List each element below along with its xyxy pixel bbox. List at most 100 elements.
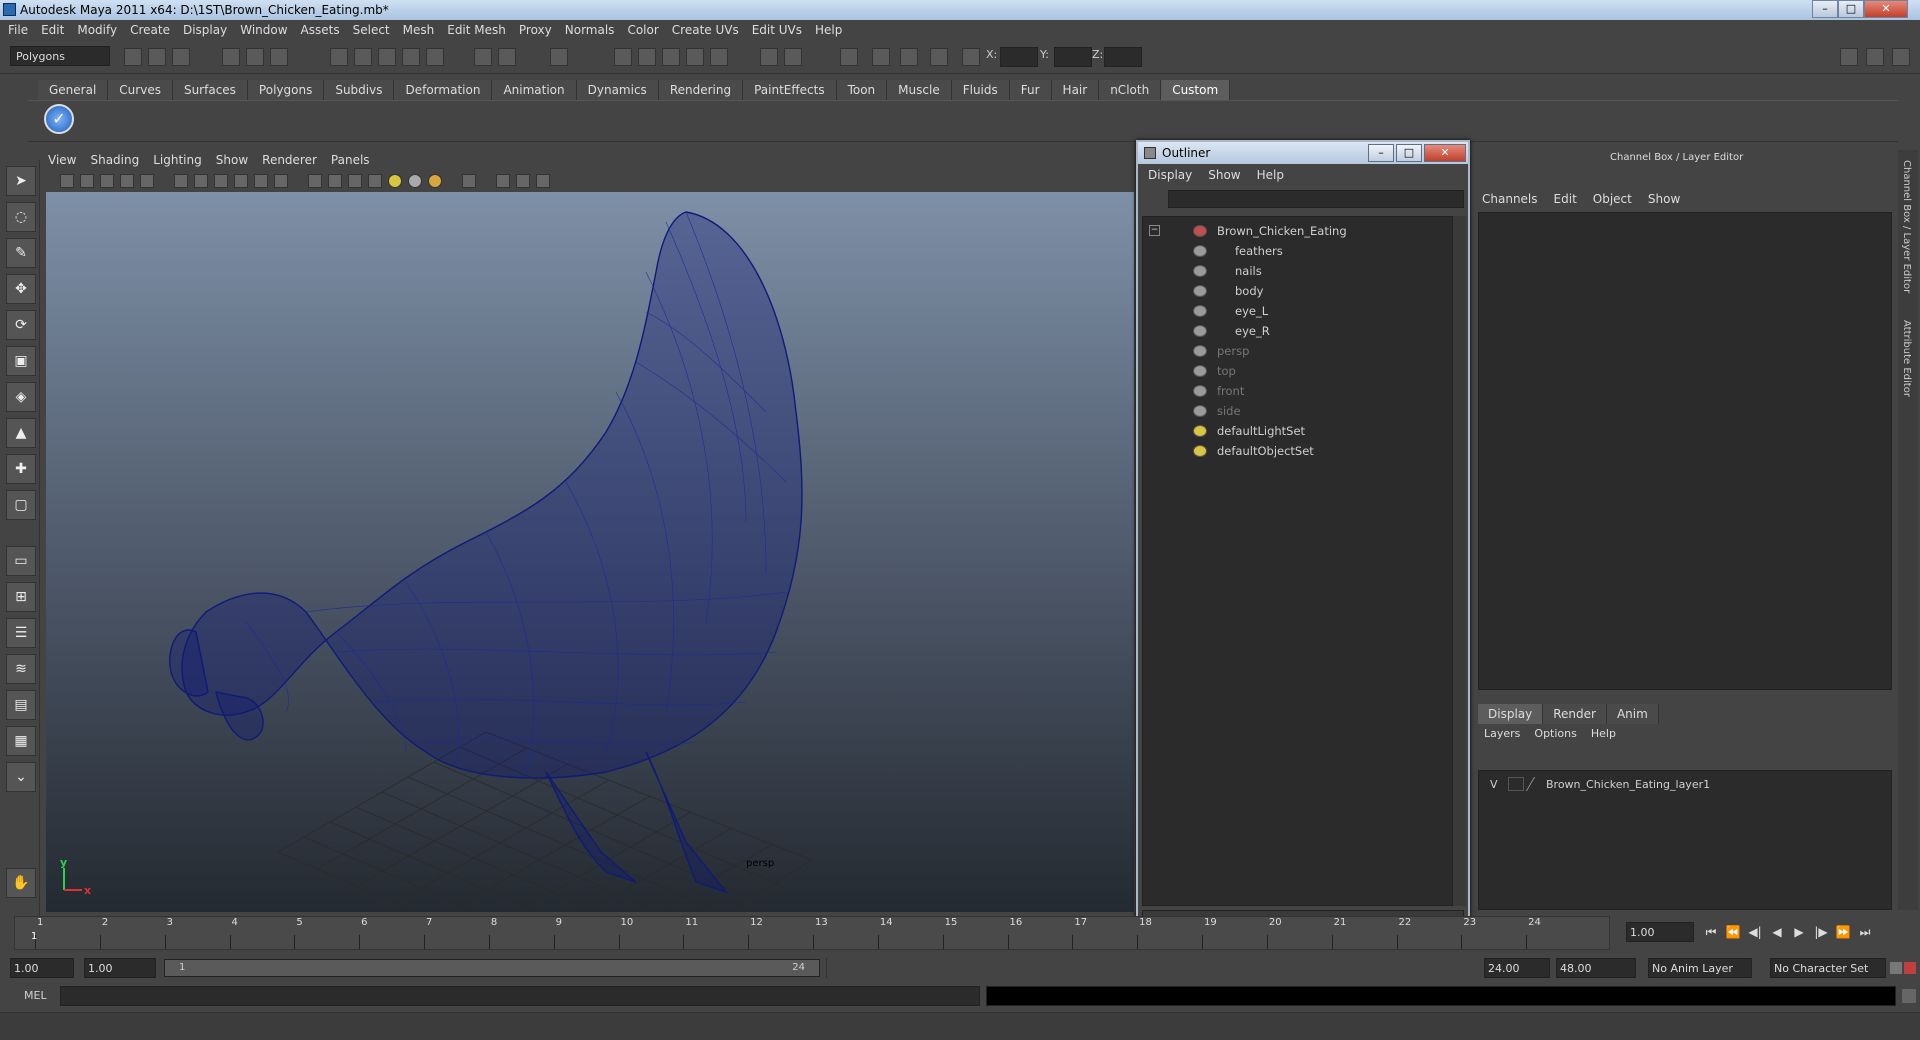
render-current-icon[interactable] xyxy=(614,48,632,66)
outliner-menu-display[interactable]: Display xyxy=(1148,168,1192,186)
manipulator-tool-icon[interactable]: ◈ xyxy=(6,382,36,412)
step-forward-frame-icon[interactable]: |▶ xyxy=(1810,922,1832,942)
menu-select[interactable]: Select xyxy=(353,23,390,37)
tab-subdivs[interactable]: Subdivs xyxy=(324,80,395,100)
menu-color[interactable]: Color xyxy=(627,23,658,37)
outliner-item[interactable]: defaultObjectSet xyxy=(1143,441,1443,461)
last-tool-icon[interactable]: ▢ xyxy=(6,490,36,520)
outliner-item[interactable]: top xyxy=(1143,361,1443,381)
camera-select-icon[interactable] xyxy=(60,174,74,188)
help-icon[interactable] xyxy=(498,48,516,66)
outliner-item[interactable]: side xyxy=(1143,401,1443,421)
side-tab-attribute-editor[interactable]: Attribute Editor xyxy=(1901,320,1912,397)
go-to-start-icon[interactable]: ⏮ xyxy=(1700,922,1722,942)
outliner-item[interactable]: defaultLightSet xyxy=(1143,421,1443,441)
grid-icon[interactable] xyxy=(174,174,188,188)
default-lighting-icon[interactable] xyxy=(388,174,402,188)
snap-point-icon[interactable] xyxy=(378,48,396,66)
animation-end-field[interactable]: 48.00 xyxy=(1556,958,1636,978)
character-set-select[interactable]: No Character Set xyxy=(1770,958,1886,978)
select-hierarchy-icon[interactable] xyxy=(222,48,240,66)
menu-modify[interactable]: Modify xyxy=(77,23,117,37)
x-field[interactable] xyxy=(1000,47,1038,67)
layer-menu-help[interactable]: Help xyxy=(1591,727,1616,740)
outliner-item[interactable]: eye_R xyxy=(1143,321,1443,341)
layer-visibility-toggle[interactable]: V xyxy=(1490,778,1498,791)
show-hide-panel-icon[interactable] xyxy=(1840,48,1858,66)
snap-grid-icon[interactable] xyxy=(330,48,348,66)
menu-window[interactable]: Window xyxy=(240,23,287,37)
viewport-menu-panels[interactable]: Panels xyxy=(331,153,370,171)
menu-edit-uvs[interactable]: Edit UVs xyxy=(752,23,802,37)
channel-menu-channels[interactable]: Channels xyxy=(1482,192,1538,206)
render-layout-icon[interactable]: ▦ xyxy=(6,726,36,756)
channel-menu-edit[interactable]: Edit xyxy=(1554,192,1577,206)
minimize-button[interactable]: – xyxy=(1812,0,1838,18)
play-backward-icon[interactable]: ◀ xyxy=(1766,922,1788,942)
outliner-filter-input[interactable] xyxy=(1168,190,1464,208)
absolute-transform-icon[interactable] xyxy=(962,48,980,66)
outliner-minimize-button[interactable]: – xyxy=(1368,144,1394,162)
ipr-render-icon[interactable] xyxy=(638,48,656,66)
lasso-tool-icon[interactable]: ◌ xyxy=(6,202,36,232)
move-tool-icon[interactable]: ✥ xyxy=(6,274,36,304)
safe-action-icon[interactable] xyxy=(274,174,288,188)
attribute-editor-icon[interactable] xyxy=(760,48,778,66)
layer-playback-toggle[interactable] xyxy=(1508,777,1524,791)
maximize-button[interactable]: □ xyxy=(1838,0,1864,18)
outliner-maximize-button[interactable]: □ xyxy=(1396,144,1422,162)
layer-tab-display[interactable]: Display xyxy=(1478,704,1544,724)
frame-all-icon[interactable] xyxy=(516,174,530,188)
all-lights-icon[interactable] xyxy=(408,174,422,188)
tab-dynamics[interactable]: Dynamics xyxy=(576,80,659,100)
animation-start-field[interactable]: 1.00 xyxy=(10,958,74,978)
render-view-icon[interactable] xyxy=(710,48,728,66)
tool-settings-icon[interactable] xyxy=(784,48,802,66)
playback-start-field[interactable]: 1.00 xyxy=(84,958,156,978)
step-back-key-icon[interactable]: ⏪ xyxy=(1722,922,1744,942)
tab-toon[interactable]: Toon xyxy=(836,80,888,100)
step-back-frame-icon[interactable]: ◀| xyxy=(1744,922,1766,942)
tab-animation[interactable]: Animation xyxy=(492,80,577,100)
channel-menu-show[interactable]: Show xyxy=(1648,192,1680,206)
command-language-label[interactable]: MEL xyxy=(24,989,47,1002)
smooth-shade-icon[interactable] xyxy=(328,174,342,188)
tab-deformation[interactable]: Deformation xyxy=(394,80,493,100)
playback-end-field[interactable]: 24.00 xyxy=(1484,958,1550,978)
select-object-icon[interactable] xyxy=(246,48,264,66)
channel-menu-object[interactable]: Object xyxy=(1593,192,1632,206)
show-channel-box-icon[interactable] xyxy=(1892,48,1910,66)
paint-select-icon[interactable]: ✎ xyxy=(6,238,36,268)
tab-general[interactable]: General xyxy=(38,80,109,100)
shadows-icon[interactable] xyxy=(428,174,442,188)
single-perspective-layout-icon[interactable]: ▭ xyxy=(6,546,36,576)
outliner-vertical-scrollbar[interactable] xyxy=(1452,216,1466,906)
outliner-icon[interactable] xyxy=(930,48,948,66)
resolution-gate-icon[interactable] xyxy=(214,174,228,188)
close-button[interactable]: ✕ xyxy=(1864,0,1908,18)
isolate-select-icon[interactable] xyxy=(496,174,510,188)
textured-icon[interactable] xyxy=(368,174,382,188)
play-forward-icon[interactable]: ▶ xyxy=(1788,922,1810,942)
hypershade-layout-icon[interactable]: ▤ xyxy=(6,690,36,720)
layer-menu-options[interactable]: Options xyxy=(1534,727,1576,740)
menu-normals[interactable]: Normals xyxy=(565,23,615,37)
menu-assets[interactable]: Assets xyxy=(301,23,340,37)
tab-surfaces[interactable]: Surfaces xyxy=(172,80,248,100)
step-forward-key-icon[interactable]: ⏩ xyxy=(1832,922,1854,942)
current-frame-field[interactable]: 1.00 xyxy=(1626,922,1694,942)
menu-edit-mesh[interactable]: Edit Mesh xyxy=(447,23,506,37)
layer-menu-layers[interactable]: Layers xyxy=(1484,727,1520,740)
bookmark-icon[interactable] xyxy=(100,174,114,188)
image-plane-icon[interactable] xyxy=(120,174,134,188)
hand-icon[interactable]: ✋ xyxy=(6,868,36,898)
outliner-item[interactable]: nails xyxy=(1143,261,1443,281)
select-component-icon[interactable] xyxy=(270,48,288,66)
save-scene-icon[interactable] xyxy=(172,48,190,66)
menu-file[interactable]: File xyxy=(8,23,28,37)
snap-plane-icon[interactable] xyxy=(402,48,420,66)
snap-curve-icon[interactable] xyxy=(354,48,372,66)
tab-hair[interactable]: Hair xyxy=(1051,80,1100,100)
menu-create-uvs[interactable]: Create UVs xyxy=(672,23,739,37)
wireframe-on-shaded-icon[interactable] xyxy=(348,174,362,188)
